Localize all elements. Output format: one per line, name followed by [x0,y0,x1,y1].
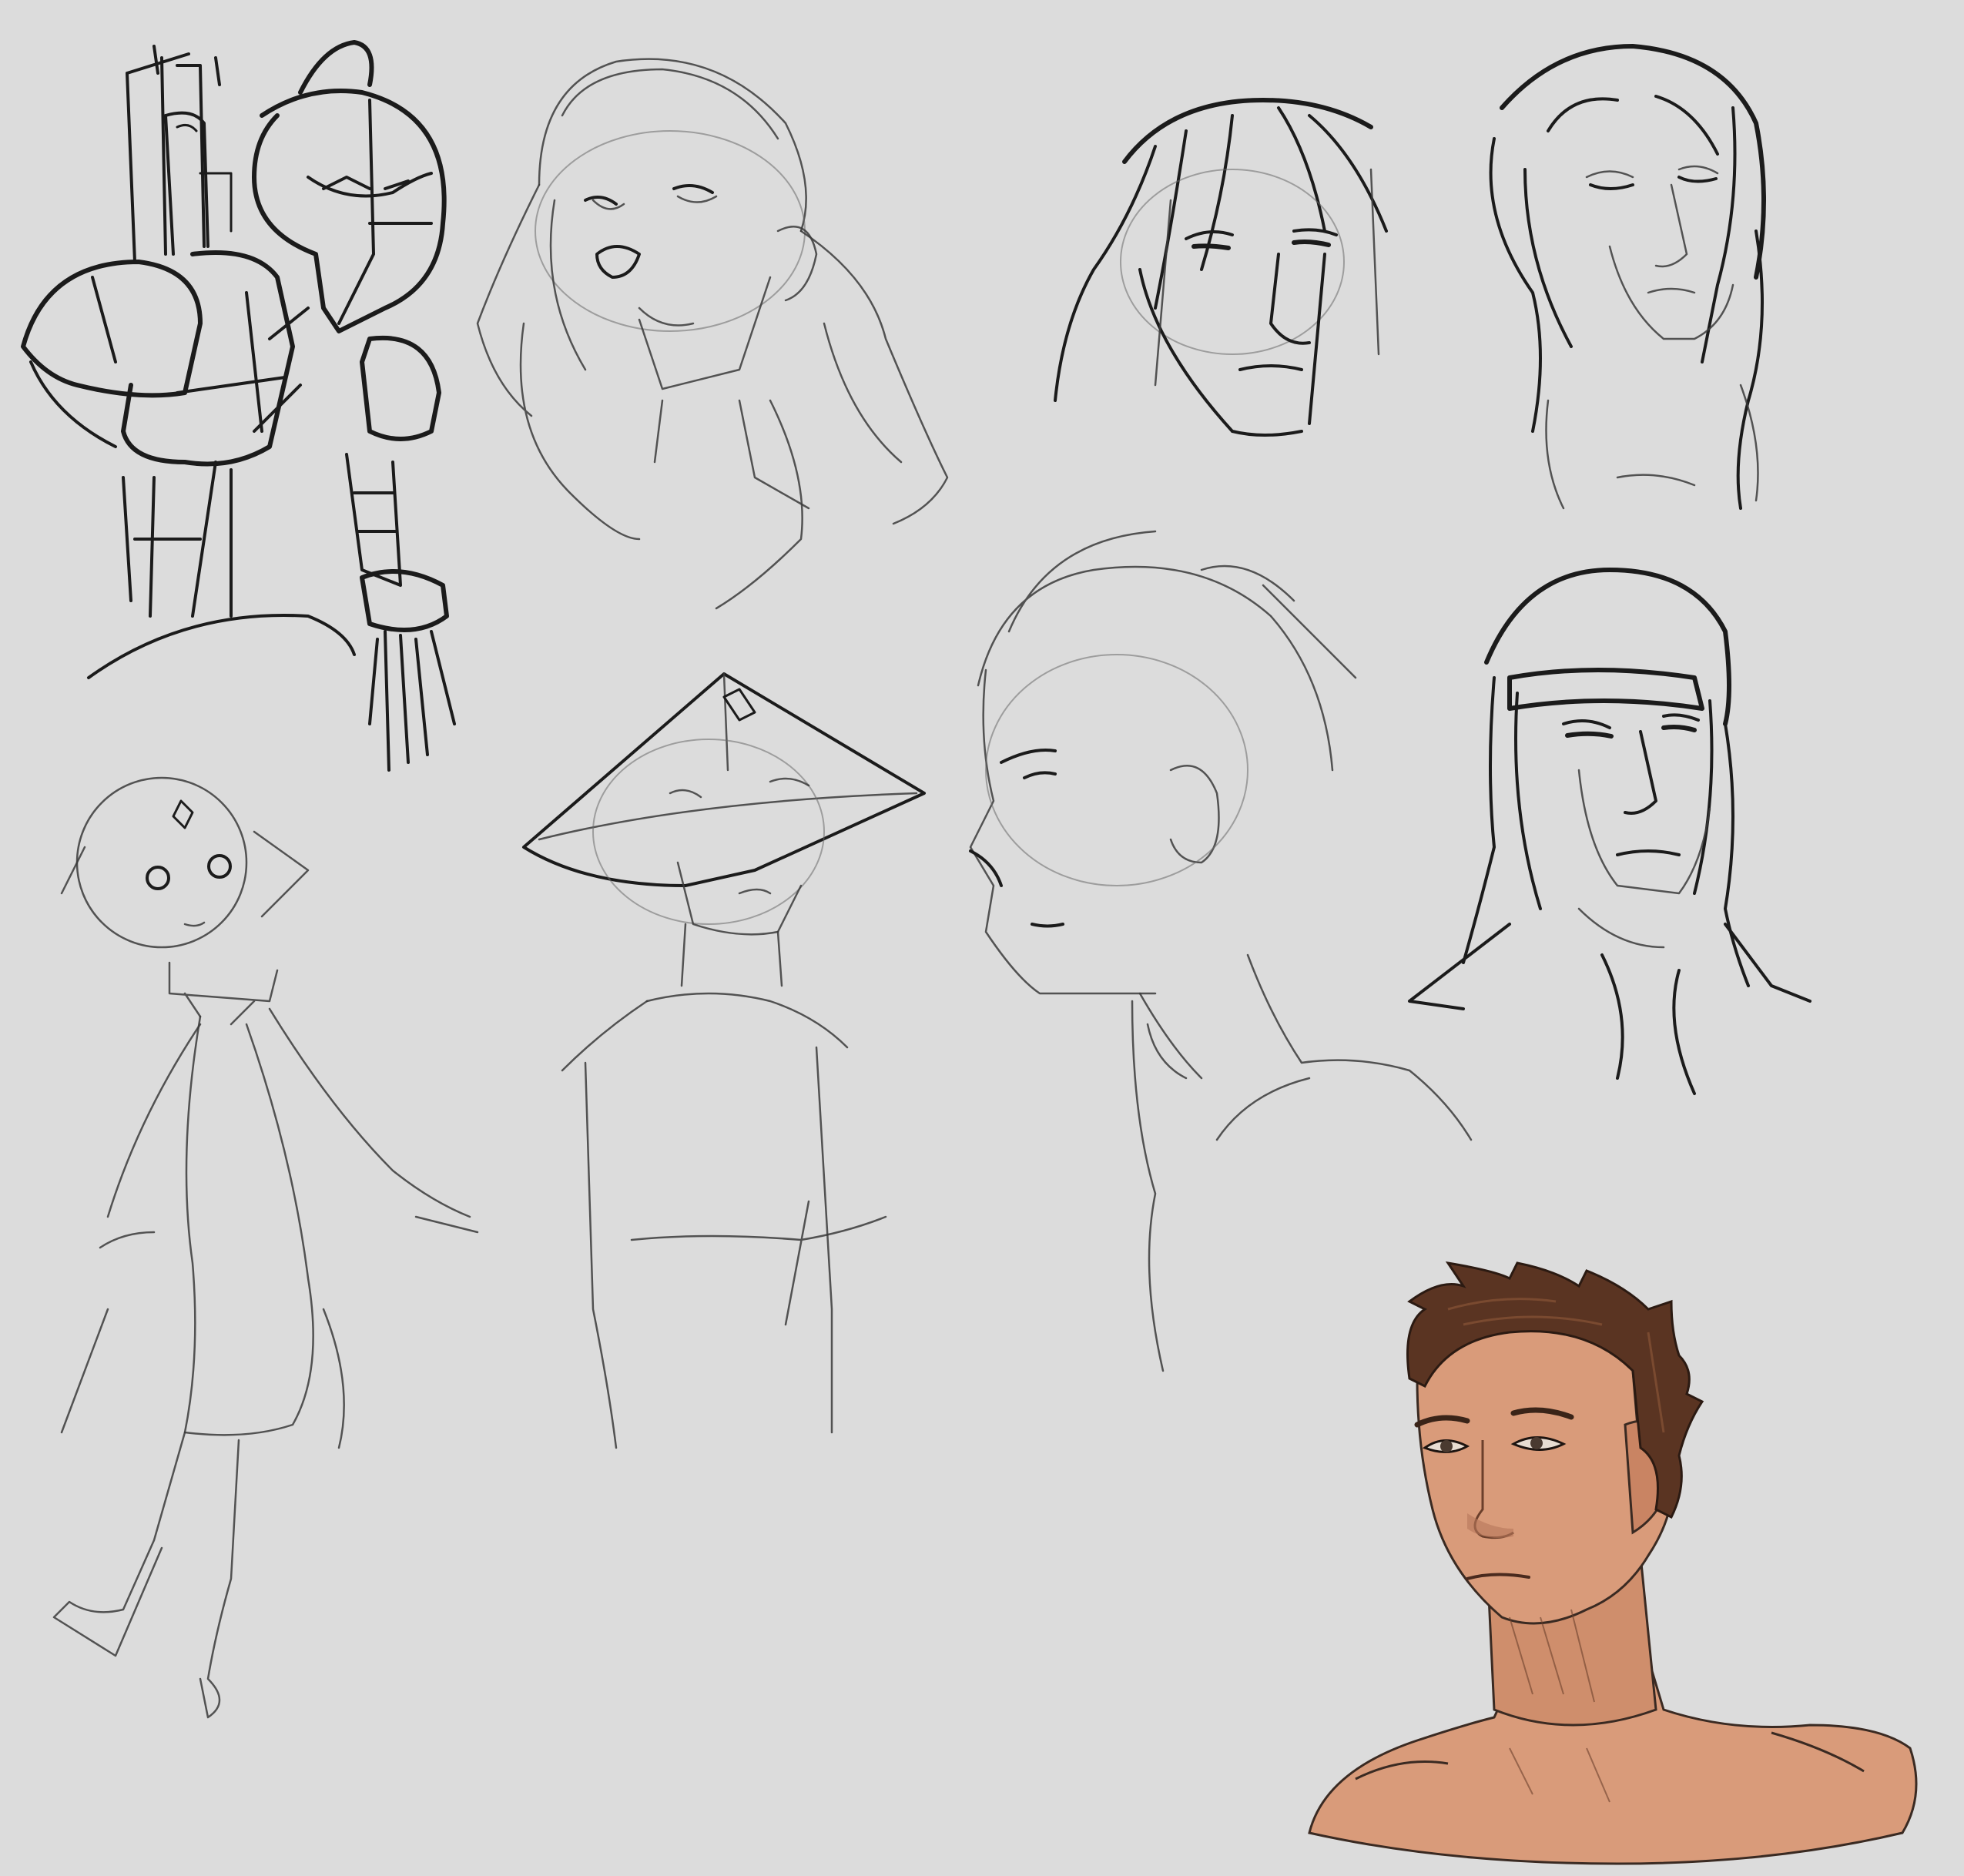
messy-hair-head-sketch [1054,98,1388,437]
armored-robot-sketch [21,40,456,772]
profile-head-sketch [969,530,1473,1372]
headband-head-sketch [1408,568,1812,1095]
colored-portrait-painting [1308,1261,1918,1865]
long-hair-upward-gaze-head-sketch [1489,44,1766,510]
sketch-canvas [0,0,1964,1876]
small-robe-figure-sketch [52,776,479,1719]
conical-hat-figure-sketch [522,672,926,1449]
long-hair-smiling-head-sketch [476,58,949,610]
sketch-sheet [21,40,1918,1865]
